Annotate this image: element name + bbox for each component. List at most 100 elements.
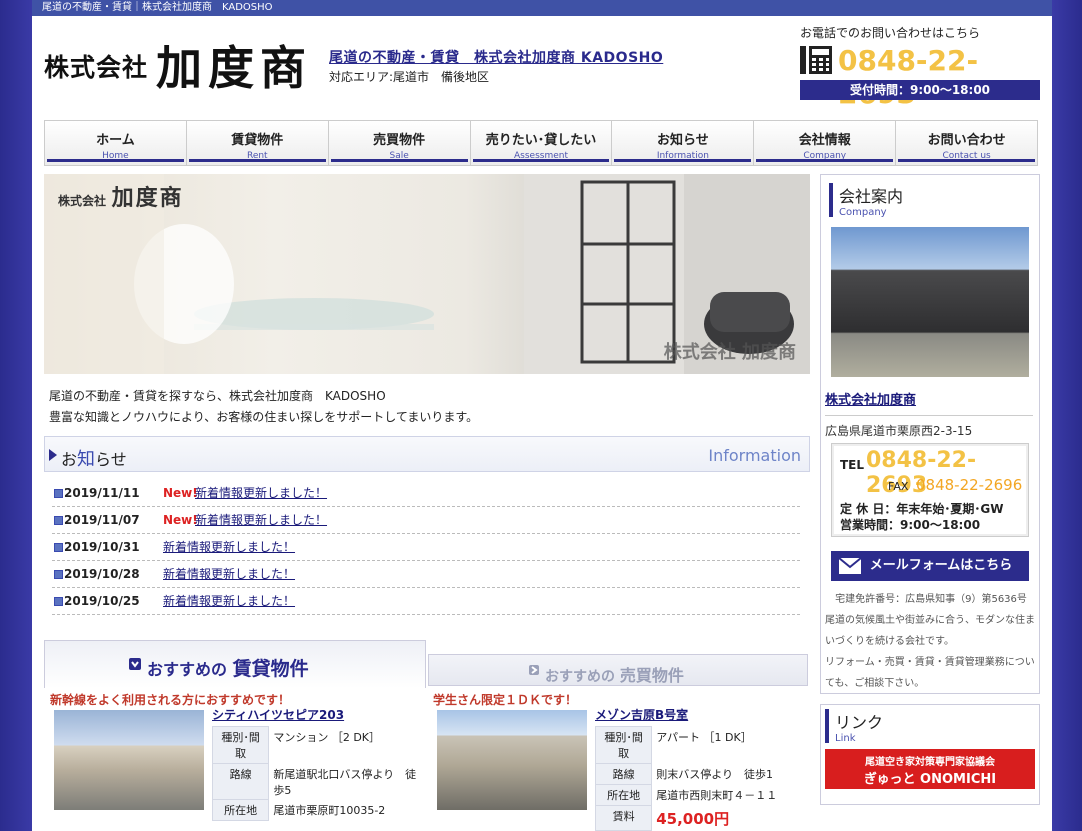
nav-label-en: Sale (389, 151, 409, 161)
table-row: 路線 新尾道駅北口バス停より 徒歩5 (211, 763, 426, 800)
news-link[interactable]: 新着情報更新しました！ (195, 480, 327, 506)
news-date: 2019/10/25 (64, 594, 140, 608)
intro-text: 尾道の不動産・賃貸を探すなら、株式会社加度商 KADOSHO 豊富な知識とノウハ… (49, 386, 478, 428)
sale-property-table: 種別･間取 アパート ［1 DK］ 路線 則末バス停より 徒歩1 所在地 尾道市西則末… (594, 726, 809, 831)
info-title-pre: お (61, 450, 78, 469)
banner-line-2: ぎゅっと ONOMICHI (863, 772, 997, 787)
info-title-post: らせ (95, 450, 127, 469)
rent-tab-main: 賃貸物件 (232, 658, 309, 680)
onomichi-banner-link[interactable]: 尾道空き家対策専門家協議会 ぎゅっと ONOMICHI (825, 749, 1035, 789)
news-item: 2019/10/28 新着情報更新しました！ (52, 561, 800, 588)
sidebar-title-jp: 会社案内 (839, 187, 904, 206)
table-header-cell: 種別･間取 (211, 726, 270, 764)
contact-box: TEL 0848-22-2693 FAX 0848-22-2696 定 休 日：… (831, 443, 1029, 537)
license-number: 宅建免許番号：広島県知事（9）第5636号 (835, 594, 1027, 605)
rent-property-photo[interactable] (54, 710, 204, 810)
nav-label-en: Home (102, 151, 129, 161)
nav-label-en: Rent (246, 151, 268, 161)
links-title-jp: リンク (835, 713, 884, 732)
table-header-cell: 種別･間取 (594, 726, 653, 764)
global-nav: ホーム Home 賃貸物件 Rent 売買物件 Sale 売りたい･貸したい Asses… (44, 120, 1038, 166)
hero-image: 株式会社 加度商 株式会社 加度商 (44, 174, 810, 374)
nav-item-company[interactable]: 会社情報 Company (754, 121, 897, 165)
rent-tab-title: おすすめの 賃貸物件 (147, 654, 309, 681)
company-building-photo (831, 227, 1029, 377)
rent-price: 45,000円 (656, 809, 730, 828)
table-cell: 新尾道駅北口バス停より 徒歩5 (273, 767, 417, 797)
sidebar-title: 会社案内 Company (829, 183, 1029, 218)
nav-label: 売買物件 (373, 133, 426, 148)
nav-label: 売りたい･貸したい (485, 133, 597, 148)
bullet-icon (54, 570, 63, 579)
company-desc-2: リフォーム・売買・賃貸・賃貸管理業務についても、ご相談下さい。 (825, 657, 1035, 689)
nav-item-sale[interactable]: 売買物件 Sale (328, 121, 471, 165)
news-link[interactable]: 新着情報更新しました！ (163, 588, 295, 614)
mail-icon (839, 558, 861, 574)
hero-logo-big: 加度商 (111, 185, 184, 211)
info-section-header: お知らせ Information (44, 436, 810, 472)
table-cell: 則末バス停より 徒歩1 (656, 767, 774, 781)
table-cell: 尾道市栗原町10035-2 (273, 803, 386, 817)
links-title: リンク Link (825, 709, 884, 744)
news-item: 2019/10/31 新着情報更新しました！ (52, 534, 800, 561)
service-area: 対応エリア:尾道市 備後地区 (329, 70, 490, 84)
nav-label-en: Contact us (942, 151, 991, 161)
logo-text-small: 株式会社 (44, 53, 149, 82)
table-header-cell: 賃料 (594, 805, 653, 831)
tab-sale-recommend[interactable]: おすすめの 売買物件 (428, 654, 808, 686)
top-bar: 尾道の不動産・賃貸｜株式会社加度商 KADOSHO (32, 0, 1052, 16)
news-new-badge: New! (163, 513, 198, 527)
sale-property-card: 学生さん限定１ＤＫです！ メゾン吉原B号室 種別･間取 アパート ［1 DK］ 路… (433, 688, 809, 831)
rent-property-title[interactable]: シティハイツセピア203 (212, 706, 344, 723)
news-item: 2019/11/07 New! 新着情報更新しました！ (52, 507, 800, 534)
nav-label: ホーム (96, 133, 135, 148)
mail-form-label: メールフォームはこちら (869, 558, 1013, 573)
nav-item-information[interactable]: お知らせ Information (612, 121, 755, 165)
nav-item-contact[interactable]: お問い合わせ Contact us (896, 121, 1038, 165)
nav-label: 賃貸物件 (231, 133, 284, 148)
fax-number: 0848-22-2696 (916, 476, 1023, 494)
tab-rent-recommend[interactable]: おすすめの 賃貸物件 (44, 640, 426, 688)
mail-form-button[interactable]: メールフォームはこちら (831, 551, 1029, 581)
news-date: 2019/10/28 (64, 567, 140, 581)
bullet-icon (54, 489, 63, 498)
chevron-down-icon (129, 658, 141, 670)
table-row: 所在地 尾道市西則末町４－１１ (594, 784, 809, 806)
nav-label-en: Information (656, 151, 709, 161)
sale-tab-title: おすすめの 売買物件 (545, 662, 684, 686)
site-logo[interactable]: 株式会社 加度商 (44, 30, 324, 95)
sale-property-photo[interactable] (437, 710, 587, 810)
site-tagline-link[interactable]: 尾道の不動産・賃貸 株式会社加度商 KADOSHO (329, 47, 663, 67)
company-description: 宅建免許番号：広島県知事（9）第5636号 尾道の気候風土や街並みに合う、モダン… (825, 589, 1037, 694)
news-date: 2019/11/11 (64, 486, 140, 500)
nav-label-en: Assessment (514, 151, 568, 161)
sale-tab-main: 売買物件 (619, 666, 684, 685)
table-cell: 尾道市西則末町４－１１ (656, 788, 778, 802)
intro-line-2: 豊富な知識とノウハウにより、お客様の住まい探しをサポートしてまいります。 (49, 410, 479, 424)
rent-tab-pre: おすすめの (147, 660, 228, 679)
info-title: お知らせ (61, 445, 127, 471)
sale-tab-pre: おすすめの (545, 669, 615, 685)
nav-item-rent[interactable]: 賃貸物件 Rent (186, 121, 329, 165)
nav-label: お問い合わせ (927, 133, 1006, 148)
news-link[interactable]: 新着情報更新しました！ (163, 561, 295, 587)
nav-item-home[interactable]: ホーム Home (45, 121, 187, 165)
news-date: 2019/11/07 (64, 513, 140, 527)
news-link[interactable]: 新着情報更新しました！ (163, 534, 295, 560)
table-header-cell: 路線 (594, 763, 653, 785)
news-link[interactable]: 新着情報更新しました！ (195, 507, 327, 533)
news-date: 2019/10/31 (64, 540, 140, 554)
phone-label: お電話でのお問い合わせはこちら (800, 26, 981, 40)
header-phone-box: お電話でのお問い合わせはこちら 0848-22-2693 受付時間：9:00〜1… (800, 24, 1040, 110)
nav-label: 会社情報 (798, 133, 851, 148)
header-phone-number[interactable]: 0848-22-2693 (838, 44, 1040, 110)
table-row: 路線 則末バス停より 徒歩1 (594, 763, 809, 785)
top-bar-text: 尾道の不動産・賃貸｜株式会社加度商 KADOSHO (42, 2, 273, 13)
nav-item-assessment[interactable]: 売りたい･貸したい Assessment (470, 121, 613, 165)
intro-line-1: 尾道の不動産・賃貸を探すなら、株式会社加度商 KADOSHO (49, 389, 386, 403)
bullet-icon (54, 516, 63, 525)
table-row: 所在地 尾道市栗原町10035-2 (211, 799, 426, 821)
company-name-link[interactable]: 株式会社加度商 (825, 389, 916, 408)
arrow-icon (49, 449, 57, 461)
sale-property-title[interactable]: メゾン吉原B号室 (595, 706, 688, 723)
